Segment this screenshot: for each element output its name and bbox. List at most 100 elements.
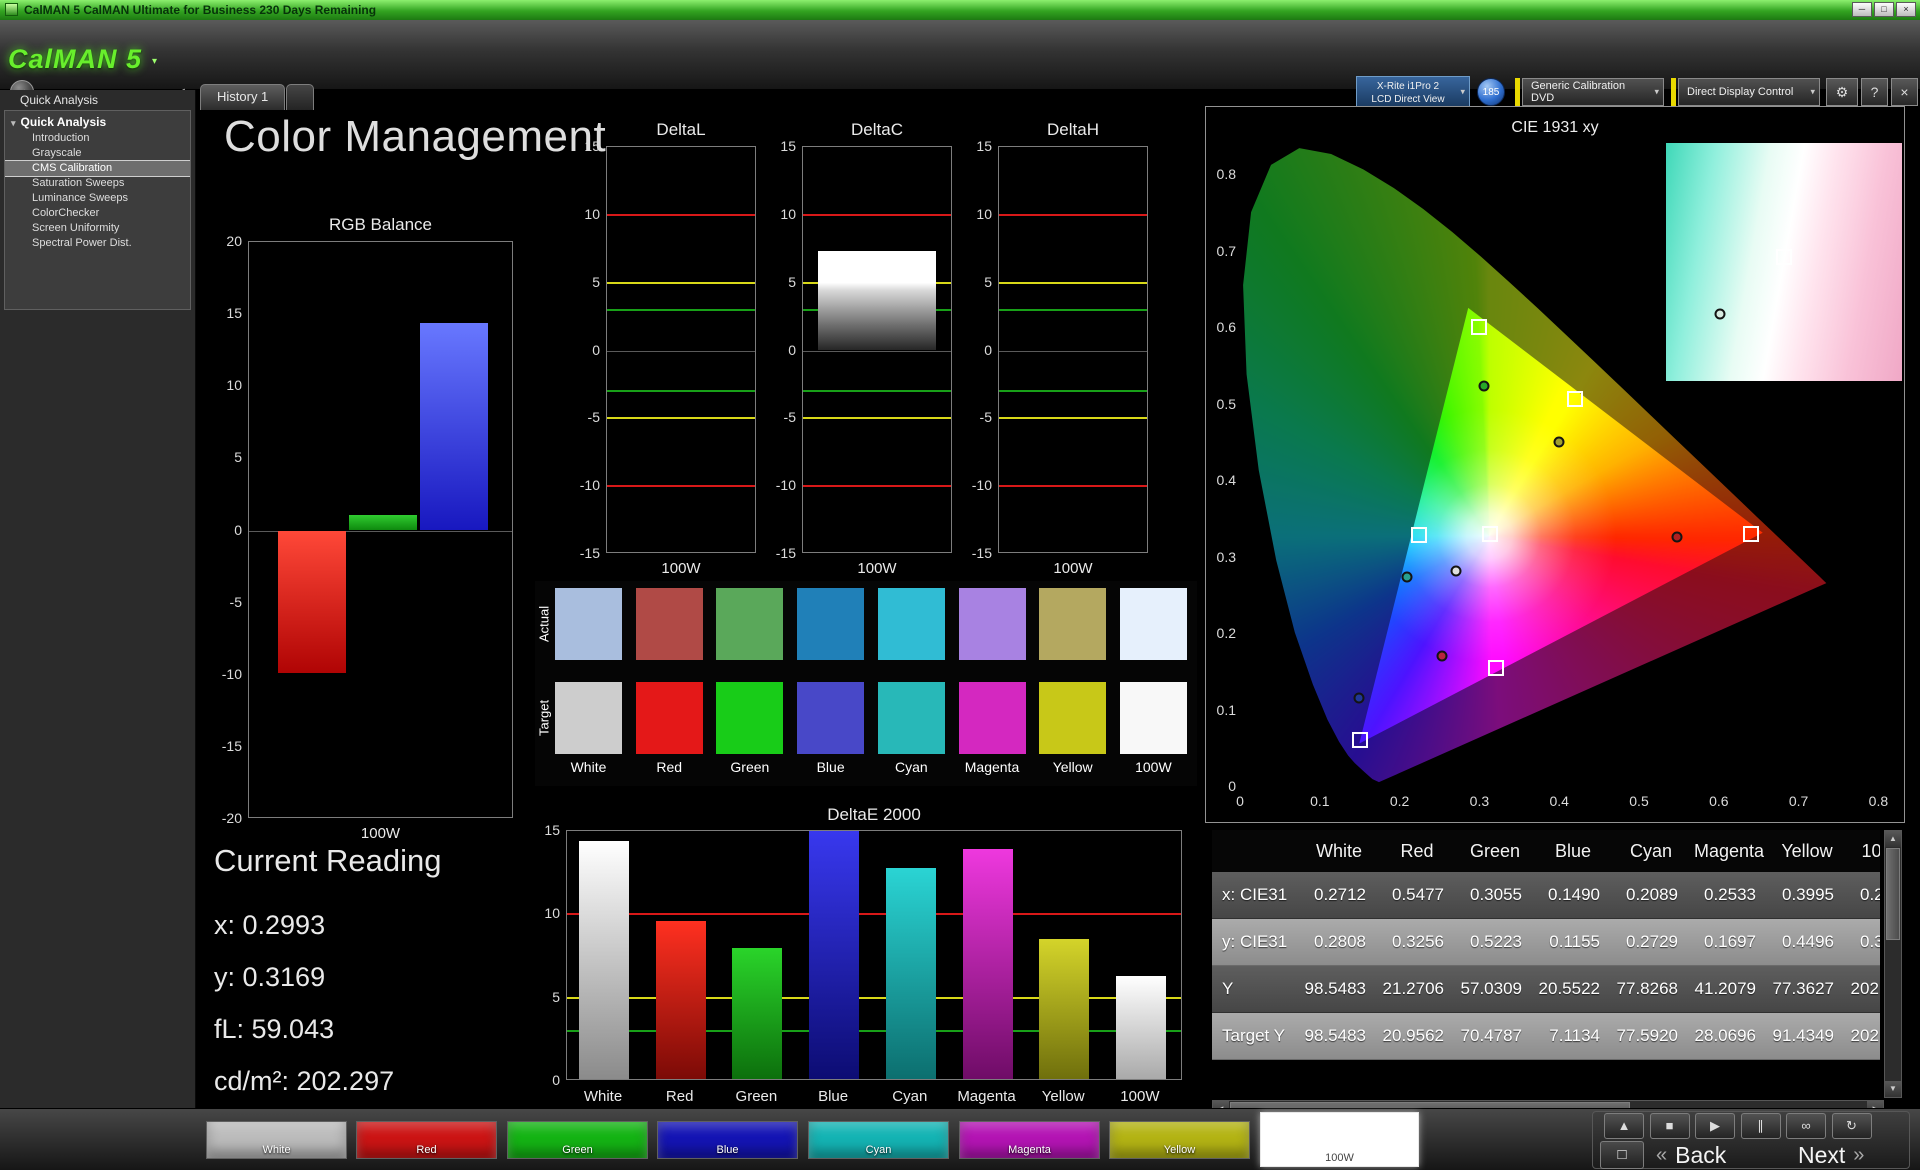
zero-line	[999, 351, 1147, 352]
table-cell: 0.3169	[1846, 919, 1880, 965]
sidebar-item-screen-uniformity[interactable]: Screen Uniformity	[5, 221, 190, 236]
cie-inset-measured	[1715, 309, 1726, 320]
swatch-label: Green	[508, 1144, 647, 1156]
zero-line	[803, 351, 951, 352]
y-tick-label: 5	[566, 274, 600, 290]
ref-line	[607, 214, 755, 216]
measurement-swatch-cyan[interactable]: Cyan	[808, 1121, 949, 1159]
sidebar-item-colorchecker[interactable]: ColorChecker	[5, 206, 190, 221]
sidebar-item-spectral-power-dist[interactable]: Spectral Power Dist.	[5, 236, 190, 251]
x-axis-label: 100W	[998, 560, 1148, 577]
sidebar-item-grayscale[interactable]: Grayscale	[5, 146, 190, 161]
swatch-column-label: Blue	[790, 759, 871, 775]
y-tick-label: -15	[210, 738, 242, 754]
delta-l-chart: DeltaL 100W 151050-5-10-15	[562, 120, 762, 585]
deltae-bar-magenta	[963, 849, 1013, 1080]
stop-button[interactable]: ■	[1650, 1113, 1690, 1139]
y-tick-label: 15	[958, 138, 992, 154]
back-chevron-icon: «	[1656, 1144, 1667, 1167]
minimize-button[interactable]: ─	[1852, 2, 1872, 17]
table-cell: 0.2808	[1300, 919, 1378, 965]
x-tick-label: 0.2	[1385, 793, 1415, 809]
source-dropdown[interactable]: Generic Calibration DVD ▾	[1522, 78, 1664, 106]
actual-swatch-yellow	[1039, 588, 1106, 660]
pause-button[interactable]: ∥	[1741, 1113, 1781, 1139]
x-tick-label: 0.6	[1704, 793, 1734, 809]
measurement-swatch-blue[interactable]: Blue	[657, 1121, 798, 1159]
actual-swatch-green	[716, 588, 783, 660]
close-button[interactable]: ×	[1896, 2, 1916, 17]
measurement-swatch-100w[interactable]: 100W	[1260, 1112, 1419, 1167]
target-swatch-red	[636, 682, 703, 754]
sidebar-item-cms-calibration[interactable]: CMS Calibration	[5, 161, 190, 176]
logo-dropdown-arrow[interactable]: ▾	[152, 56, 157, 67]
tab-add[interactable]	[286, 84, 314, 110]
play-button[interactable]: ▶	[1695, 1113, 1735, 1139]
measurement-swatch-magenta[interactable]: Magenta	[959, 1121, 1100, 1159]
rgb-balance-chart: RGB Balance 100W 20151050-5-10-15-20	[210, 215, 522, 840]
table-cell: 202.297	[1846, 966, 1880, 1012]
meter-name: X-Rite i1Pro 2	[1363, 80, 1453, 93]
next-button[interactable]: Next »	[1798, 1141, 1864, 1169]
scroll-down-arrow[interactable]: ▼	[1885, 1081, 1901, 1097]
sidebar-item-saturation-sweeps[interactable]: Saturation Sweeps	[5, 176, 190, 191]
y-tick-label: -15	[958, 545, 992, 561]
source-label: Generic Calibration DVD	[1531, 80, 1645, 104]
table-cell: 20.5522	[1534, 966, 1612, 1012]
measurement-swatch-yellow[interactable]: Yellow	[1109, 1121, 1250, 1159]
ref-line	[999, 214, 1147, 216]
y-tick-label: -10	[762, 477, 796, 493]
table-row: Target Y98.548320.956270.47877.113477.59…	[1212, 1013, 1880, 1060]
y-tick-label: 0	[566, 342, 600, 358]
y-tick-label: 5	[210, 449, 242, 465]
rgb-balance-plot	[248, 241, 513, 818]
loop-button[interactable]: ∞	[1786, 1113, 1826, 1139]
y-tick-label: 10	[526, 905, 560, 921]
swatch-column-label: Green	[709, 759, 790, 775]
exit-button[interactable]: ×	[1891, 78, 1918, 106]
x-category-label: Yellow	[1023, 1088, 1103, 1105]
cie-target-green	[1471, 319, 1487, 335]
ref-line	[999, 282, 1147, 284]
calman-logo[interactable]: CalMAN 5	[8, 44, 142, 75]
maximize-button[interactable]: □	[1874, 2, 1894, 17]
back-button[interactable]: « Back	[1656, 1141, 1726, 1169]
scroll-up-arrow[interactable]: ▲	[1885, 831, 1901, 847]
eject-button[interactable]: ▲	[1604, 1113, 1644, 1139]
settings-button[interactable]: ⚙	[1826, 78, 1858, 106]
meter-dropdown[interactable]: X-Rite i1Pro 2 LCD Direct View ▾	[1356, 76, 1470, 108]
y-tick-label: 15	[762, 138, 796, 154]
sidebar-item-luminance-sweeps[interactable]: Luminance Sweeps	[5, 191, 190, 206]
table-vertical-scrollbar[interactable]: ▲ ▼	[1884, 830, 1902, 1098]
measurement-swatch-white[interactable]: White	[206, 1121, 347, 1159]
refresh-button[interactable]: ↻	[1832, 1113, 1872, 1139]
swatch-label: Magenta	[960, 1144, 1099, 1156]
y-tick-label: 0.6	[1208, 319, 1236, 335]
table-header-row: WhiteRedGreenBlueCyanMagentaYellow100W	[1212, 830, 1880, 872]
cie-measured-yellow	[1553, 437, 1564, 448]
sidebar-item-introduction[interactable]: Introduction	[5, 131, 190, 146]
swatch-column-label: Cyan	[871, 759, 952, 775]
page-title: Color Management	[224, 112, 606, 162]
measurement-swatch-red[interactable]: Red	[356, 1121, 497, 1159]
measurement-swatch-green[interactable]: Green	[507, 1121, 648, 1159]
scrollbar-thumb[interactable]	[1886, 848, 1900, 940]
table-header-yellow: Yellow	[1768, 830, 1846, 872]
chevron-down-icon: ▾	[1810, 87, 1815, 98]
x-category-label: Blue	[793, 1088, 873, 1105]
rgb-bar-green	[349, 515, 417, 531]
sidebar-root-quick-analysis[interactable]: ▾Quick Analysis	[5, 114, 190, 131]
table-cell: 7.1134	[1534, 1013, 1612, 1059]
cie-1931-panel: CIE 1931 xy 00.10.20.30.40.50.60.70.800.…	[1205, 106, 1905, 823]
y-tick-label: -10	[566, 477, 600, 493]
y-tick-label: 0.8	[1208, 166, 1236, 182]
x-tick-label: 0.1	[1305, 793, 1335, 809]
display-control-dropdown[interactable]: Direct Display Control ▾	[1678, 78, 1820, 106]
target-swatch-magenta	[959, 682, 1026, 754]
gear-icon: ⚙	[1836, 84, 1849, 100]
ref-line	[607, 417, 755, 419]
stop-measure-button[interactable]: □	[1600, 1141, 1644, 1169]
tab-history-1[interactable]: History 1	[200, 84, 285, 110]
actual-swatch-magenta	[959, 588, 1026, 660]
help-button[interactable]: ?	[1861, 78, 1888, 106]
